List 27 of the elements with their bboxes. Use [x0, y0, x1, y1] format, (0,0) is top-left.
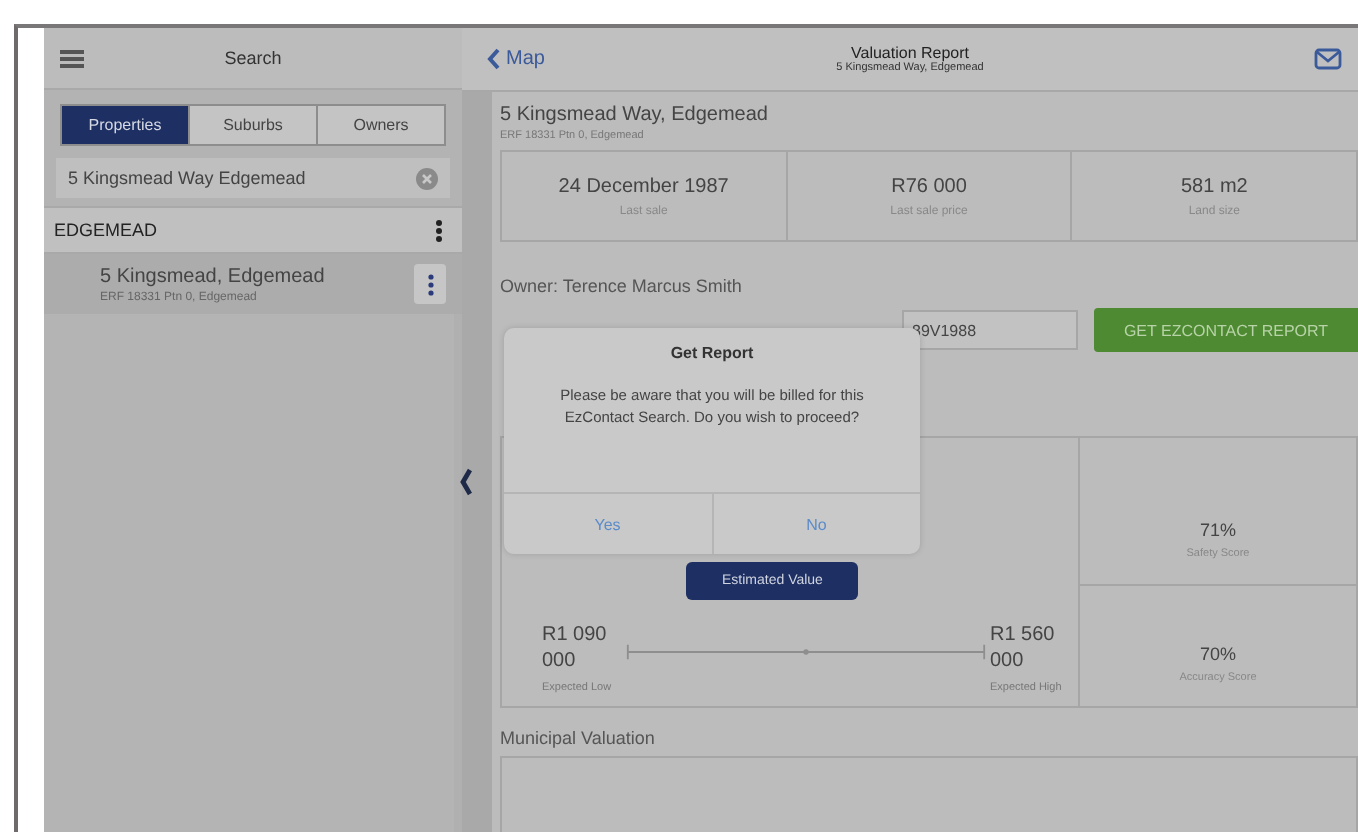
mail-icon[interactable] — [1314, 48, 1342, 70]
score-value: 71% — [1199, 520, 1236, 541]
group-label: EDGEMEAD — [54, 220, 158, 240]
property-address: 5 Kingsmead Way, Edgemead — [500, 104, 770, 126]
chevron-left-icon — [486, 48, 500, 70]
menu-icon[interactable] — [60, 49, 84, 67]
sidebar-title: Search — [222, 48, 284, 68]
property-title: 5 Kingsmead, Edgemead — [100, 265, 325, 287]
expected-high-value: R1 560 000 — [990, 624, 1057, 674]
stat-value: 24 December 1987 — [558, 175, 729, 197]
stat-value: R76 000 — [891, 175, 967, 197]
search-tab[interactable]: Properties — [62, 106, 188, 144]
more-icon[interactable] — [436, 219, 442, 241]
search-tab[interactable]: Suburbs — [188, 106, 316, 144]
nav-title: Valuation Report — [851, 44, 969, 62]
collapse-handle-icon[interactable] — [460, 468, 472, 496]
dialog-title: Get Report — [670, 344, 754, 362]
back-link[interactable]: Map — [486, 48, 545, 70]
score-value: 70% — [1199, 643, 1236, 664]
section-title: Municipal Valuation — [500, 728, 657, 748]
search-field[interactable]: 5 Kingsmead Way Edgemead — [56, 158, 450, 198]
expected-low-value: R1 090 000 — [542, 624, 609, 674]
more-button[interactable] — [414, 264, 446, 304]
more-icon — [427, 273, 433, 295]
search-tab[interactable]: Owners — [316, 106, 444, 144]
owner-name: Owner: Terence Marcus Smith — [500, 276, 744, 296]
stat-value: 581 m2 — [1181, 175, 1248, 197]
